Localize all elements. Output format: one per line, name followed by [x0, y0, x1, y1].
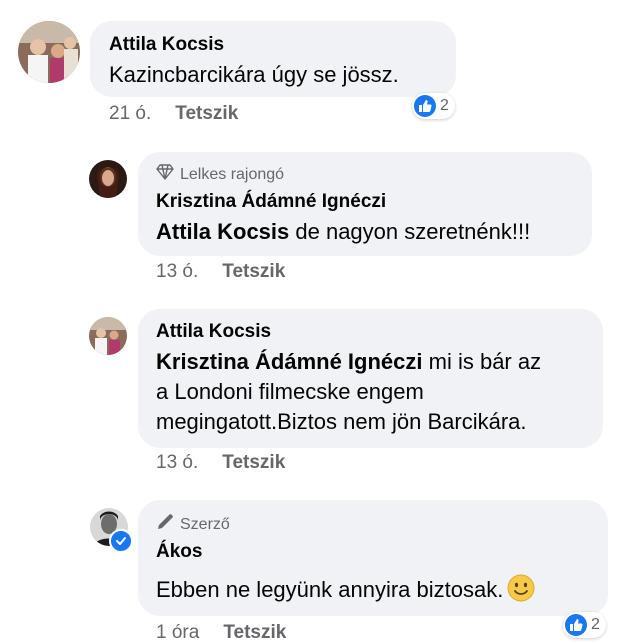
reaction-summary[interactable]: 2	[563, 612, 606, 638]
reaction-count: 2	[440, 97, 449, 114]
smile-emoji-icon	[507, 574, 535, 602]
thumbs-up-icon	[414, 95, 436, 117]
fan-badge: Lelkes rajongó	[156, 164, 284, 185]
comment-body-line: megingatott.Biztos nem jön Barcikára.	[156, 409, 527, 434]
comment-author[interactable]: Krisztina Ádámné Ignéczi	[156, 191, 386, 213]
comment-meta: 13 ó. Tetszik	[156, 452, 285, 474]
avatar[interactable]	[18, 21, 80, 83]
comment-body: Ebben ne legyünk annyira biztosak.	[156, 577, 504, 602]
like-button[interactable]: Tetszik	[222, 261, 285, 282]
comment-time[interactable]: 1 óra	[156, 622, 199, 643]
verified-icon	[109, 529, 133, 553]
avatar[interactable]	[89, 160, 127, 198]
comment-time[interactable]: 13 ó.	[156, 452, 198, 473]
comment-body-line: a Londoni filmecske engem	[156, 379, 424, 404]
comment-meta: 21 ó. Tetszik	[109, 103, 238, 125]
pencil-icon	[156, 513, 174, 536]
comment-author[interactable]: Attila Kocsis	[109, 34, 224, 56]
comment-text: Krisztina Ádámné Ignéczi mi is bár az	[156, 347, 541, 377]
reaction-summary[interactable]: 2	[412, 93, 455, 119]
comment-body: de nagyon szeretnénk!!!	[289, 219, 531, 244]
reaction-count: 2	[591, 616, 600, 633]
mention-link[interactable]: Krisztina Ádámné Ignéczi	[156, 349, 423, 374]
thumbs-up-icon	[565, 614, 587, 636]
comment-text: Ebben ne legyünk annyira biztosak.	[156, 574, 535, 605]
comment-time[interactable]: 21 ó.	[109, 103, 151, 124]
comment-meta: 13 ó. Tetszik	[156, 261, 285, 283]
like-button[interactable]: Tetszik	[223, 622, 286, 643]
avatar[interactable]	[89, 317, 127, 355]
comment-time[interactable]: 13 ó.	[156, 261, 198, 282]
badge-label: Szerző	[180, 515, 230, 533]
comment-author[interactable]: Attila Kocsis	[156, 321, 271, 343]
comment-meta: 1 óra Tetszik	[156, 622, 286, 644]
like-button[interactable]: Tetszik	[175, 103, 238, 124]
comment-text: Attila Kocsis de nagyon szeretnénk!!!	[156, 217, 530, 247]
author-badge: Szerző	[156, 513, 230, 536]
diamond-icon	[156, 164, 174, 185]
badge-label: Lelkes rajongó	[180, 165, 285, 183]
comment-text: Kazincbarcikára úgy se jössz.	[109, 62, 399, 87]
comment-author[interactable]: Ákos	[156, 541, 202, 563]
like-button[interactable]: Tetszik	[222, 452, 285, 473]
mention-link[interactable]: Attila Kocsis	[156, 219, 289, 244]
comment-body-line: mi is bár az	[422, 349, 542, 374]
